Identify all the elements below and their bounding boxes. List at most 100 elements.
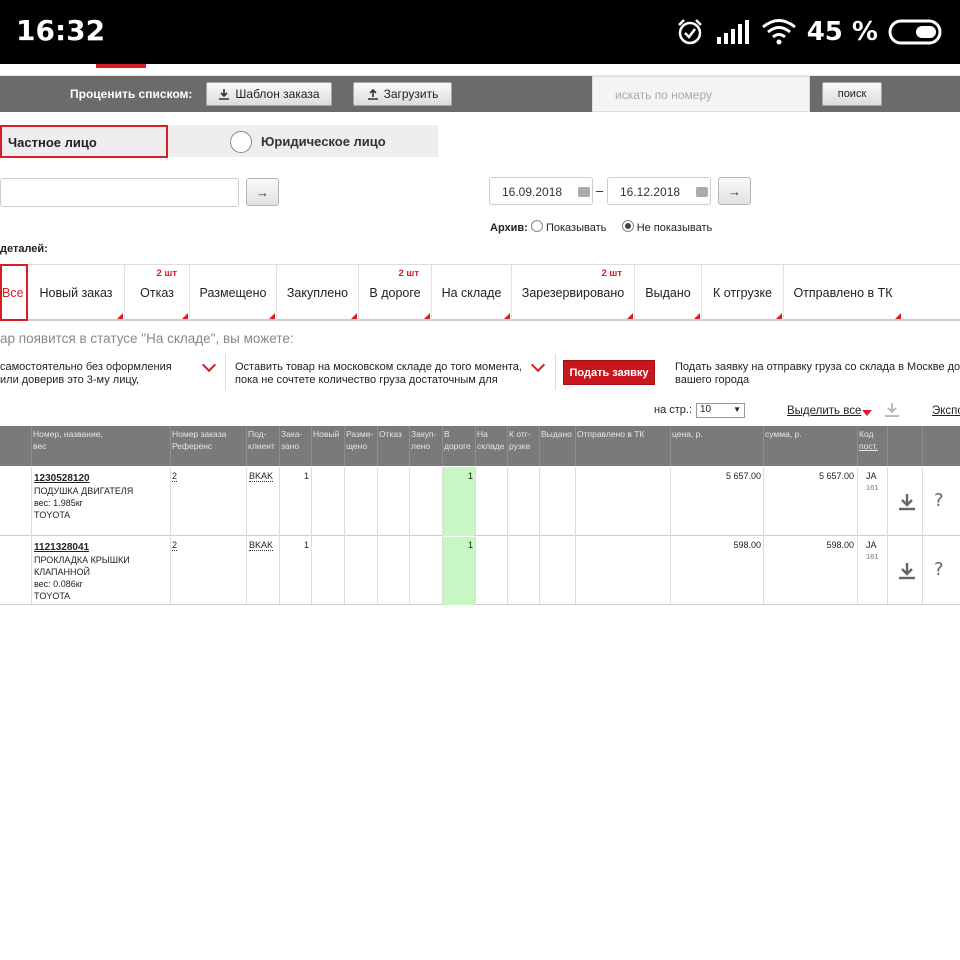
tab-in-warehouse[interactable]: На складе	[432, 264, 512, 321]
calendar-icon[interactable]	[696, 187, 708, 197]
battery-percent: 45 %	[806, 17, 878, 47]
column-separator	[170, 426, 171, 466]
info-option-ship-to-city: Подать заявку на отправку груза со склад…	[675, 361, 960, 386]
order-ref: 2	[172, 471, 178, 482]
archive-hide-label[interactable]: Не показывать	[637, 222, 713, 234]
column-separator	[670, 467, 671, 605]
column-separator	[31, 426, 32, 466]
export-link[interactable]: Экспо	[932, 405, 960, 417]
column-separator	[670, 426, 671, 466]
column-separator	[887, 467, 888, 605]
column-separator	[575, 426, 576, 466]
date-from-input[interactable]: 16.09.2018	[489, 177, 593, 205]
alarm-icon	[677, 19, 702, 45]
th-placed: Разме-щено	[346, 429, 374, 451]
price-list-label: Проценить списком:	[70, 87, 193, 101]
nav-active-indicator	[96, 64, 146, 68]
per-page-select[interactable]: 10	[696, 403, 745, 418]
tab-placed[interactable]: Размещено	[190, 264, 277, 321]
qty-in-transit: 1	[467, 540, 473, 550]
date-range-dash: –	[596, 183, 604, 198]
th-price: цена, р.	[672, 429, 703, 439]
filter-go-button[interactable]: →	[246, 178, 279, 206]
search-by-number-input[interactable]: искать по номеру	[592, 76, 810, 112]
column-separator	[409, 467, 410, 605]
date-to-input[interactable]: 16.12.2018	[607, 177, 711, 205]
column-separator	[763, 467, 764, 605]
tab-to-ship[interactable]: К отгрузке	[702, 264, 784, 321]
row-description: 1230528120 ПОДУШКА ДВИГАТЕЛЯ вес: 1.985к…	[34, 473, 134, 520]
column-separator	[922, 467, 923, 605]
legal-entity-label[interactable]: Юридическое лицо	[261, 134, 386, 149]
row-description: 1121328041 ПРОКЛАДКА КРЫШКИ КЛАПАННОЙ ве…	[34, 542, 130, 601]
column-separator	[857, 426, 858, 466]
subclient: BKAK	[249, 471, 274, 482]
info-option-self-pickup: самостоятельно без оформления или довери…	[0, 361, 172, 386]
submit-request-button[interactable]: Подать заявку	[563, 360, 655, 385]
help-icon[interactable]: ?	[934, 559, 944, 580]
tab-issued[interactable]: Выдано	[635, 264, 702, 321]
tab-in-transit[interactable]: 2 шт В дороге	[359, 264, 432, 321]
part-number-link[interactable]: 1121328041	[34, 542, 130, 554]
tab-reserved[interactable]: 2 шт Зарезервировано	[512, 264, 635, 321]
column-separator	[311, 467, 312, 605]
archive-show-label[interactable]: Показывать	[546, 222, 606, 234]
download-icon[interactable]	[884, 402, 900, 418]
filter-text-input[interactable]	[0, 178, 239, 207]
date-go-button[interactable]: →	[718, 177, 751, 205]
th-client: Под-клиент	[248, 429, 275, 451]
supplier-code: JA 161	[866, 540, 879, 561]
qty-ordered: 1	[303, 540, 309, 550]
tab-new-order[interactable]: Новый заказ	[28, 264, 125, 321]
help-icon[interactable]: ?	[934, 490, 944, 511]
archive-show-radio[interactable]	[530, 220, 543, 232]
select-all-dropdown-icon[interactable]	[862, 410, 872, 416]
th-sum: сумма, р.	[765, 429, 802, 439]
column-separator	[344, 467, 345, 605]
th-bought: Закуп-лено	[411, 429, 437, 451]
column-separator	[442, 426, 443, 466]
select-all-link[interactable]: Выделить все	[787, 405, 861, 417]
wifi-icon	[761, 19, 796, 45]
battery-icon	[888, 19, 942, 45]
column-separator	[763, 426, 764, 466]
column-separator	[377, 426, 378, 466]
th-to-ship: К отг-рузке	[509, 429, 531, 451]
th-supplier: Код пост.	[859, 429, 878, 451]
order-ref: 2	[172, 540, 178, 551]
tab-bought[interactable]: Закуплено	[277, 264, 359, 321]
part-number-link[interactable]: 1230528120	[34, 473, 133, 485]
column-separator	[279, 426, 280, 466]
column-separator	[279, 467, 280, 605]
tab-all[interactable]: Все	[0, 264, 28, 321]
order-template-button[interactable]: Шаблон заказа	[206, 82, 332, 106]
column-separator	[170, 467, 171, 605]
column-separator	[475, 467, 476, 605]
search-button[interactable]: поиск	[822, 82, 882, 106]
tab-refused[interactable]: 2 шт Отказ	[125, 264, 190, 321]
column-separator	[246, 467, 247, 605]
chevron-down-icon[interactable]	[201, 357, 217, 373]
th-new: Новый	[313, 429, 340, 439]
archive-hide-radio[interactable]	[621, 220, 634, 232]
private-person-option[interactable]: Частное лицо	[0, 125, 168, 158]
archive-filter: Архив: Показывать Не показывать	[490, 220, 713, 234]
th-refused: Отказ	[379, 429, 402, 439]
download-icon[interactable]	[898, 493, 916, 511]
download-icon[interactable]	[898, 562, 916, 580]
column-separator	[409, 426, 410, 466]
th-ref: Номер заказа Референс	[172, 429, 227, 451]
column-separator	[507, 426, 508, 466]
column-separator	[344, 426, 345, 466]
upload-icon	[367, 88, 378, 100]
column-separator	[887, 426, 888, 466]
column-separator	[442, 467, 443, 605]
qty-in-transit: 1	[467, 471, 473, 481]
sum: 598.00	[826, 540, 854, 550]
legal-entity-radio[interactable]	[230, 131, 252, 153]
tab-sent-tk[interactable]: Отправлено в ТК	[784, 264, 902, 321]
th-name: Номер, название, вес	[33, 429, 103, 451]
column-separator	[246, 426, 247, 466]
calendar-icon[interactable]	[578, 187, 590, 197]
upload-button[interactable]: Загрузить	[353, 82, 452, 106]
